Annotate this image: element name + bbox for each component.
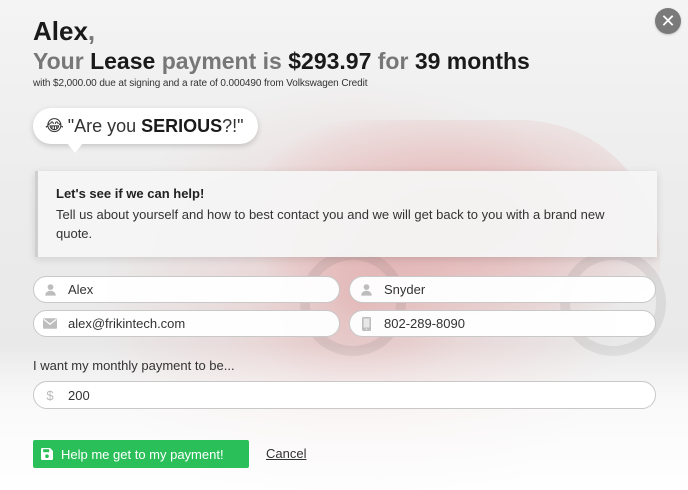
phone-icon <box>358 316 374 332</box>
dollar-icon: $ <box>46 387 54 403</box>
lease-term: 39 months <box>414 48 530 74</box>
close-icon: ✕ <box>660 11 676 31</box>
last-name-input[interactable] <box>384 282 655 297</box>
car-wheel <box>560 250 666 356</box>
phone-input[interactable] <box>384 316 655 331</box>
laughing-emoji-icon: 😂 <box>45 118 64 135</box>
submit-button[interactable]: Help me get to my payment! <box>33 440 249 468</box>
first-name-field[interactable] <box>33 276 340 303</box>
speech-bubble: 😂 "Are you SERIOUS?!" <box>33 108 258 153</box>
lease-terms-subtext: with $2,000.00 due at signing and a rate… <box>33 78 368 89</box>
user-icon <box>42 282 58 298</box>
payment-amount: $293.97 <box>288 48 372 74</box>
name-comma: , <box>87 16 96 46</box>
close-button[interactable]: ✕ <box>655 8 681 34</box>
payment-label: I want my monthly payment to be... <box>33 358 235 373</box>
submit-label: Help me get to my payment! <box>61 446 224 462</box>
help-title: Let's see if we can help! <box>56 186 205 201</box>
bubble-suffix: ?!" <box>222 115 244 136</box>
headline-for: for <box>377 48 409 74</box>
monthly-payment-input[interactable] <box>68 387 655 403</box>
payment-headline: Your Lease payment is $293.97 for 39 mon… <box>33 46 530 76</box>
help-body: Tell us about yourself and how to best c… <box>56 207 605 241</box>
bubble-emphasis: SERIOUS <box>141 115 223 136</box>
last-name-field[interactable] <box>349 276 656 303</box>
phone-field[interactable] <box>349 310 656 337</box>
save-icon <box>41 448 53 460</box>
car-wheel <box>300 250 406 356</box>
headline-payment-is: payment is <box>161 48 282 74</box>
headline-your: Your <box>33 48 84 74</box>
envelope-icon <box>42 316 58 332</box>
bubble-text: "Are you SERIOUS?!" <box>68 116 244 137</box>
email-input[interactable] <box>68 316 339 331</box>
customer-name: Alex, <box>33 16 530 46</box>
cancel-link[interactable]: Cancel <box>266 446 306 461</box>
lease-summary: Alex, Your Lease payment is $293.97 for … <box>33 16 530 89</box>
monthly-payment-field[interactable]: $ <box>33 381 656 409</box>
first-name-input[interactable] <box>68 282 339 297</box>
help-callout: Let's see if we can help! Tell us about … <box>35 171 657 257</box>
bubble-prefix: "Are you <box>67 115 142 136</box>
email-field[interactable] <box>33 310 340 337</box>
user-icon <box>358 282 374 298</box>
customer-name-text: Alex <box>33 16 88 46</box>
headline-lease: Lease <box>90 48 156 74</box>
